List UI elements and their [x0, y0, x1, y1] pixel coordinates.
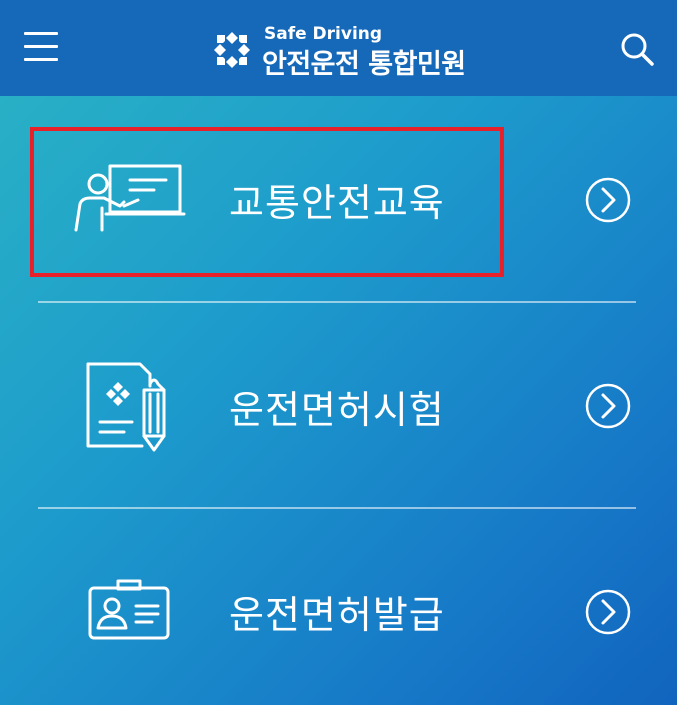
brand-title: 안전운전 통합민원	[262, 49, 466, 80]
safe-driving-logo-icon	[214, 32, 250, 68]
top-header: Safe Driving 안전운전 통합민원	[0, 0, 677, 96]
classroom-teacher-icon	[74, 164, 186, 232]
divider	[38, 301, 636, 303]
divider	[38, 507, 636, 509]
chevron-right-circle-icon[interactable]	[585, 177, 631, 223]
exam-document-pencil-icon	[86, 362, 166, 452]
menu-item-label: 운전면허발급	[229, 593, 445, 637]
brand-subtitle: Safe Driving	[264, 24, 383, 44]
menu-item-driving-license-exam[interactable]: 운전면허시험	[0, 305, 677, 505]
hamburger-menu-icon[interactable]	[22, 29, 62, 65]
menu-item-traffic-safety-education[interactable]: 교통안전교육	[0, 100, 677, 300]
menu-item-label: 운전면허시험	[229, 388, 445, 432]
menu-item-label: 교통안전교육	[229, 181, 445, 225]
brand-logo[interactable]: Safe Driving 안전운전 통합민원	[208, 24, 478, 80]
search-icon[interactable]	[617, 29, 657, 69]
chevron-right-circle-icon[interactable]	[585, 589, 631, 635]
id-card-icon	[88, 579, 170, 640]
chevron-right-circle-icon[interactable]	[585, 383, 631, 429]
menu-item-driving-license-issuance[interactable]: 운전면허발급	[0, 510, 677, 705]
app-screen: Safe Driving 안전운전 통합민원 교통안전교육 운전면허시험 운전면…	[0, 0, 677, 705]
